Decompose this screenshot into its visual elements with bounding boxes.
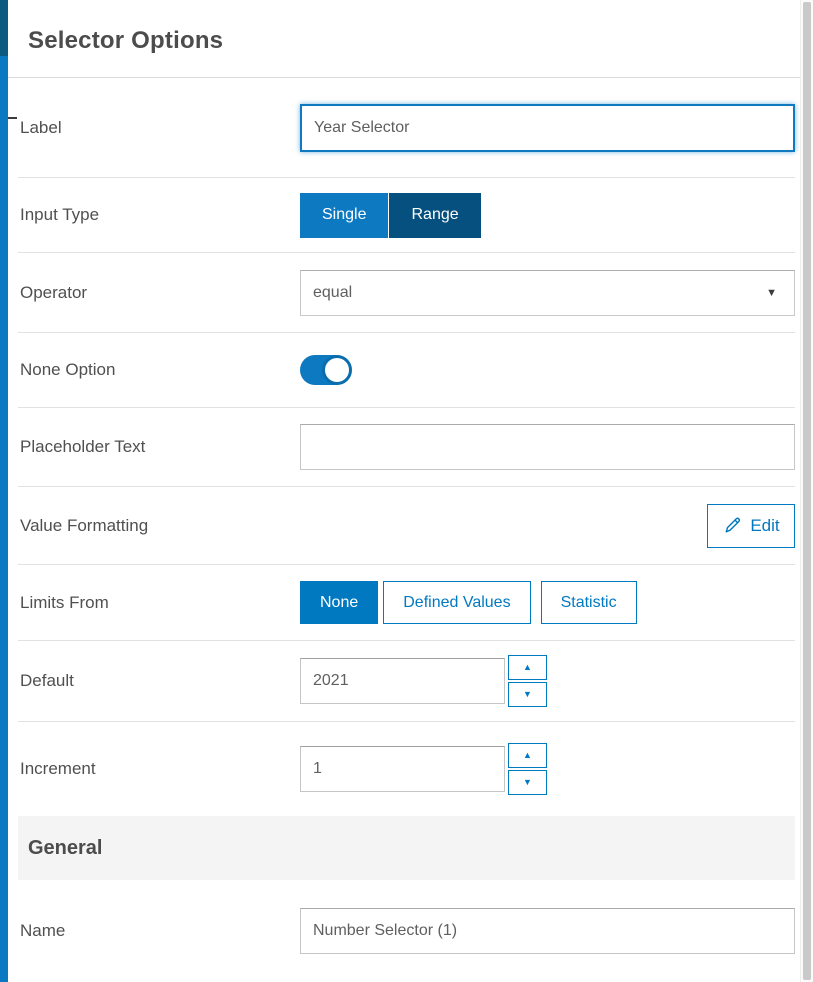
row-default: Default ▲ ▼ <box>18 641 795 722</box>
row-label: Label <box>18 78 795 178</box>
step-up-button[interactable]: ▲ <box>508 655 547 680</box>
name-label: Name <box>18 921 300 941</box>
limits-from-statistic-button[interactable]: Statistic <box>541 581 637 624</box>
limits-from-none-button[interactable]: None <box>300 581 378 624</box>
row-none-option: None Option <box>18 333 795 408</box>
pencil-icon <box>722 516 742 536</box>
chevron-down-icon: ▼ <box>766 287 777 299</box>
left-accent-bar-top <box>0 0 8 56</box>
page-title: Selector Options <box>8 0 800 55</box>
general-section-header: General <box>18 816 795 880</box>
row-increment: Increment ▲ ▼ <box>18 722 795 816</box>
operator-label: Operator <box>18 283 300 303</box>
row-input-type: Input Type Single Range <box>18 178 795 253</box>
increment-stepper: ▲ ▼ <box>508 743 547 795</box>
value-formatting-edit-button[interactable]: Edit <box>707 504 795 548</box>
name-input[interactable] <box>300 908 795 954</box>
input-type-range-button[interactable]: Range <box>389 193 480 238</box>
increment-number-input[interactable] <box>300 746 505 792</box>
operator-selected-value: equal <box>313 284 352 302</box>
default-label: Default <box>18 671 300 691</box>
panel-header: Selector Options <box>8 0 800 78</box>
step-down-button[interactable]: ▼ <box>508 770 547 795</box>
row-operator: Operator equal ▼ <box>18 253 795 333</box>
label-field-label: Label <box>18 118 300 138</box>
limits-from-label: Limits From <box>18 593 300 613</box>
none-option-toggle[interactable] <box>300 355 350 385</box>
selector-options-panel: Selector Options Label Input Type Single… <box>0 0 813 982</box>
operator-select[interactable]: equal ▼ <box>300 270 795 316</box>
scrollbar[interactable] <box>800 0 813 982</box>
placeholder-text-label: Placeholder Text <box>18 437 300 457</box>
limits-from-defined-values-button[interactable]: Defined Values <box>383 581 530 624</box>
increment-label: Increment <box>18 759 300 779</box>
row-limits-from: Limits From None Defined Values Statisti… <box>18 565 795 641</box>
scrollbar-thumb[interactable] <box>803 2 811 980</box>
step-down-button[interactable]: ▼ <box>508 682 547 707</box>
edit-button-label: Edit <box>750 516 779 536</box>
row-name: Name <box>18 880 795 982</box>
panel-content: Selector Options Label Input Type Single… <box>8 0 800 982</box>
toggle-knob <box>322 355 352 385</box>
left-accent-bar <box>0 0 8 982</box>
input-type-label: Input Type <box>18 205 300 225</box>
row-value-formatting: Value Formatting Edit <box>18 487 795 565</box>
general-section-title: General <box>18 837 102 860</box>
placeholder-text-input[interactable] <box>300 424 795 470</box>
none-option-label: None Option <box>18 360 300 380</box>
default-number-input[interactable] <box>300 658 505 704</box>
default-stepper: ▲ ▼ <box>508 655 547 707</box>
input-type-single-button[interactable]: Single <box>300 193 388 238</box>
value-formatting-label: Value Formatting <box>18 516 300 536</box>
settings-rows: Label Input Type Single Range Operator e… <box>18 78 795 982</box>
label-input[interactable] <box>300 104 795 152</box>
row-placeholder-text: Placeholder Text <box>18 408 795 487</box>
step-up-button[interactable]: ▲ <box>508 743 547 768</box>
